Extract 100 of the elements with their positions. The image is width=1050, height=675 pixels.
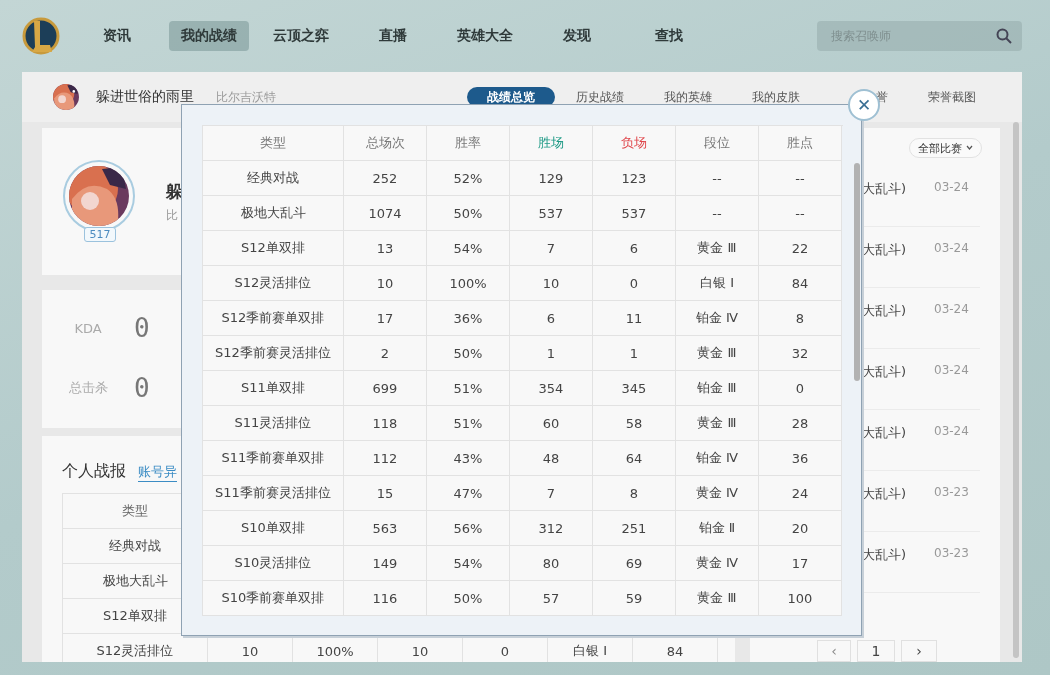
table-cell: 537 <box>593 196 676 231</box>
nav-item[interactable]: 资讯 <box>77 21 157 51</box>
table-cell: 59 <box>593 581 676 616</box>
table-cell: 537 <box>510 196 593 231</box>
logo-icon[interactable] <box>22 15 60 57</box>
table-cell: 48 <box>510 441 593 476</box>
table-cell: 黄金 Ⅳ <box>676 546 759 581</box>
table-cell: 黄金 Ⅲ <box>676 406 759 441</box>
table-cell: 22 <box>759 231 842 266</box>
table-cell: 58 <box>593 406 676 441</box>
search-icon[interactable] <box>996 28 1012 44</box>
table-cell: 8 <box>593 476 676 511</box>
table-cell: 15 <box>344 476 427 511</box>
next-page-button[interactable]: › <box>901 640 937 662</box>
table-cell: 1074 <box>344 196 427 231</box>
table-cell: 17 <box>344 301 427 336</box>
table-cell: 345 <box>593 371 676 406</box>
tab[interactable]: 战绩总览 <box>467 87 555 107</box>
table-cell: 43% <box>427 441 510 476</box>
table-cell: 36% <box>427 301 510 336</box>
table-cell: S10单双排 <box>203 511 344 546</box>
tab[interactable]: 历史战绩 <box>576 87 624 107</box>
table-cell: 1 <box>593 336 676 371</box>
table-cell: 铂金 Ⅱ <box>676 511 759 546</box>
table-cell: 6 <box>593 231 676 266</box>
table-cell: S11单双排 <box>203 371 344 406</box>
table-cell: 64 <box>593 441 676 476</box>
table-cell: 0 <box>593 266 676 301</box>
table-cell: 8 <box>759 301 842 336</box>
table-cell: 32 <box>759 336 842 371</box>
tab[interactable]: 我的英雄 <box>664 87 712 107</box>
tab[interactable]: 荣誉截图 <box>928 87 976 107</box>
table-cell: 铂金 Ⅳ <box>676 301 759 336</box>
stat-value: 0 <box>134 313 150 343</box>
match-date: 03-24 <box>934 241 969 255</box>
table-cell: 极地大乱斗 <box>203 196 344 231</box>
tab[interactable]: 我的皮肤 <box>752 87 800 107</box>
table-cell: S11季前赛单双排 <box>203 441 344 476</box>
table-cell: 123 <box>593 161 676 196</box>
table-cell: 黄金 Ⅳ <box>676 476 759 511</box>
table-cell: 20 <box>759 511 842 546</box>
scrollbar[interactable] <box>1013 122 1019 658</box>
stat-label: 总击杀 <box>67 379 109 397</box>
match-date: 03-24 <box>934 180 969 194</box>
table-cell: -- <box>676 161 759 196</box>
column-header: 总场次 <box>344 126 427 161</box>
table-cell: 52% <box>427 161 510 196</box>
table-cell: 7 <box>510 476 593 511</box>
column-header: 胜率 <box>427 126 510 161</box>
table-cell: 149 <box>344 546 427 581</box>
column-header: 段位 <box>676 126 759 161</box>
table-cell: 252 <box>344 161 427 196</box>
table-cell: 黄金 Ⅲ <box>676 231 759 266</box>
nav-item[interactable]: 我的战绩 <box>169 21 249 51</box>
table-cell: 经典对战 <box>203 161 344 196</box>
table-cell: 354 <box>510 371 593 406</box>
table-cell: 84 <box>759 266 842 301</box>
column-header: 类型 <box>203 126 344 161</box>
table-cell: S11灵活排位 <box>203 406 344 441</box>
table-cell: 57 <box>510 581 593 616</box>
nav-item[interactable]: 查找 <box>629 21 709 51</box>
table-cell: -- <box>759 196 842 231</box>
nav-item[interactable]: 直播 <box>353 21 433 51</box>
table-cell: 80 <box>510 546 593 581</box>
table-cell: 50% <box>427 196 510 231</box>
match-date: 03-23 <box>934 546 969 560</box>
server-name: 比尔吉沃特 <box>216 88 276 106</box>
nav-item[interactable]: 云顶之弈 <box>261 21 341 51</box>
chevron-down-icon <box>966 145 973 151</box>
table-cell: 铂金 Ⅳ <box>676 441 759 476</box>
scrollbar[interactable] <box>854 163 860 381</box>
table-cell: 铂金 Ⅲ <box>676 371 759 406</box>
table-cell: 51% <box>427 406 510 441</box>
page-button[interactable]: 1 <box>857 640 895 662</box>
table-cell: S10灵活排位 <box>203 546 344 581</box>
table-cell: 129 <box>510 161 593 196</box>
table-cell: 7 <box>510 231 593 266</box>
table-cell: 2 <box>344 336 427 371</box>
table-cell: 13 <box>344 231 427 266</box>
table-cell: 100% <box>427 266 510 301</box>
table-cell: -- <box>676 196 759 231</box>
table-cell: 100 <box>759 581 842 616</box>
section-title: 个人战报 <box>62 461 126 482</box>
table-cell: 563 <box>344 511 427 546</box>
level-badge: 517 <box>84 226 116 242</box>
table-cell: 118 <box>344 406 427 441</box>
table-cell: 24 <box>759 476 842 511</box>
table-cell: 17 <box>759 546 842 581</box>
table-cell: S11季前赛灵活排位 <box>203 476 344 511</box>
nav-item[interactable]: 英雄大全 <box>445 21 525 51</box>
table-cell: 699 <box>344 371 427 406</box>
table-cell: 50% <box>427 581 510 616</box>
table-cell: 69 <box>593 546 676 581</box>
account-link[interactable]: 账号异 <box>138 463 177 482</box>
table-cell: 54% <box>427 231 510 266</box>
table-cell: 112 <box>344 441 427 476</box>
table-cell: 36 <box>759 441 842 476</box>
filter-dropdown[interactable]: 全部比赛 <box>909 138 982 158</box>
table-cell: 10 <box>344 266 427 301</box>
nav-item[interactable]: 发现 <box>537 21 617 51</box>
